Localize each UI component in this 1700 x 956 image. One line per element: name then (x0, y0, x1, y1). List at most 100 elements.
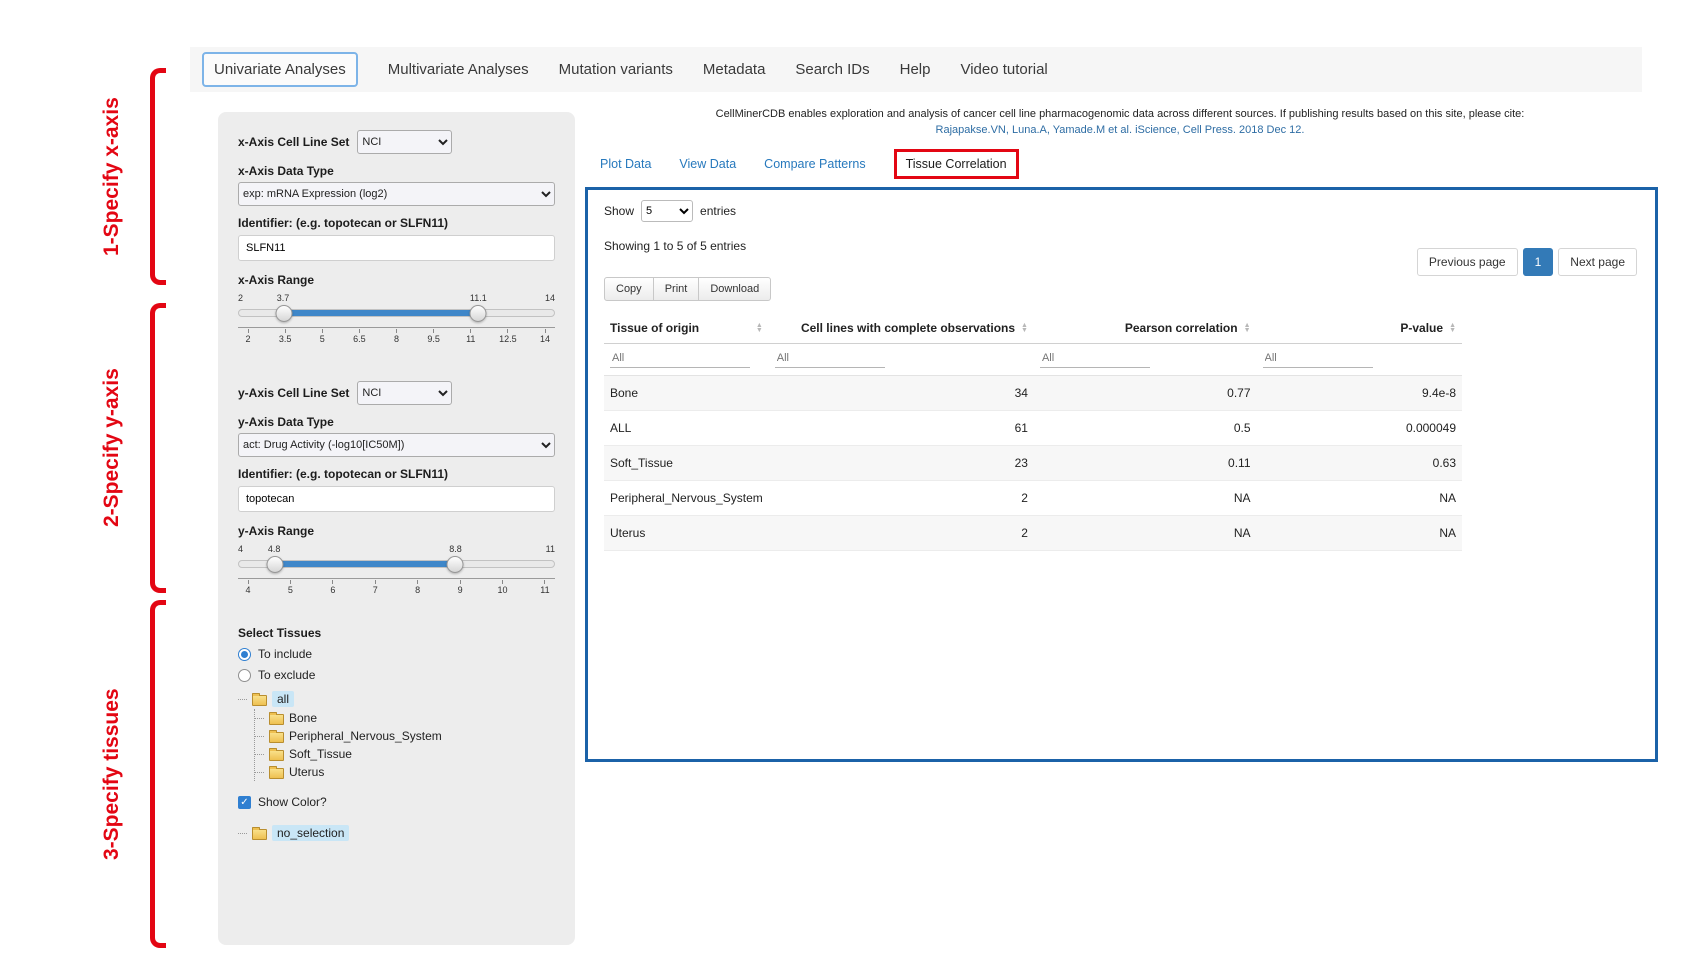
tree-node-soft-tissue-label[interactable]: Soft_Tissue (289, 747, 352, 761)
entries-select[interactable]: 5 (641, 200, 693, 222)
citation-link[interactable]: Rajapakse.VN, Luna.A, Yamade.M et al. iS… (595, 124, 1645, 136)
cell-pearson: NA (1034, 516, 1257, 551)
x-axis-range-slider: 2 3.7 11.1 14 2 3.5 5 6.5 8 9.5 11 12.5 … (238, 293, 555, 351)
table-row[interactable]: ALL 61 0.5 0.000049 (604, 411, 1462, 446)
nav-tab-multivariate-analyses[interactable]: Multivariate Analyses (388, 61, 529, 78)
tree-node-no-selection[interactable]: no_selection (238, 823, 555, 843)
show-color-checkbox[interactable] (238, 796, 251, 809)
previous-page-button[interactable]: Previous page (1417, 248, 1518, 276)
tree-node-uterus[interactable]: Uterus (255, 763, 555, 781)
x-tick: 12.5 (498, 329, 518, 344)
tree-node-uterus-label[interactable]: Uterus (289, 765, 324, 779)
nav-tab-metadata[interactable]: Metadata (703, 61, 766, 78)
nav-tab-video-tutorial[interactable]: Video tutorial (960, 61, 1047, 78)
table-row[interactable]: Soft_Tissue 23 0.11 0.63 (604, 446, 1462, 481)
filter-pvalue-input[interactable] (1263, 349, 1373, 368)
table-row[interactable]: Peripheral_Nervous_System 2 NA NA (604, 481, 1462, 516)
y-cell-line-set-select[interactable]: NCI (357, 381, 452, 405)
x-range-handle-low[interactable] (275, 305, 292, 322)
cell-tissue: Peripheral_Nervous_System (604, 481, 769, 516)
tree-node-all-label[interactable]: all (272, 691, 294, 707)
show-color-label: Show Color? (258, 795, 327, 809)
tree-node-pns-label[interactable]: Peripheral_Nervous_System (289, 729, 442, 743)
copy-button[interactable]: Copy (604, 277, 654, 301)
nav-tab-help[interactable]: Help (900, 61, 931, 78)
x-tick: 6.5 (349, 329, 369, 344)
x-tick: 3.5 (275, 329, 295, 344)
tree-node-no-selection-label[interactable]: no_selection (272, 825, 349, 841)
download-button[interactable]: Download (698, 277, 771, 301)
x-range-high-value: 11.1 (470, 293, 487, 303)
tree-node-peripheral-nervous-system[interactable]: Peripheral_Nervous_System (255, 727, 555, 745)
annotation-step1-label: 1-Specify x-axis (100, 68, 124, 285)
col-header-tissue-of-origin[interactable]: Tissue of origin (604, 313, 769, 344)
table-row[interactable]: Bone 34 0.77 9.4e-8 (604, 376, 1462, 411)
y-range-high-value: 8.8 (449, 544, 462, 554)
col-header-pearson-correlation[interactable]: Pearson correlation (1034, 313, 1257, 344)
x-range-track[interactable] (238, 309, 555, 317)
y-tick: 7 (365, 580, 385, 595)
y-range-low-value: 4.8 (268, 544, 281, 554)
sort-icon[interactable] (756, 323, 763, 333)
x-range-handle-high[interactable] (469, 305, 486, 322)
folder-icon (269, 714, 284, 725)
x-tick: 5 (312, 329, 332, 344)
x-range-max-label: 14 (545, 293, 555, 303)
table-row[interactable]: Uterus 2 NA NA (604, 516, 1462, 551)
y-data-type-label: y-Axis Data Type (238, 415, 555, 429)
tree-node-bone-label[interactable]: Bone (289, 711, 317, 725)
tab-view-data[interactable]: View Data (679, 157, 736, 171)
tissue-tree: all Bone Peripheral_Nervous_System Soft_… (238, 689, 555, 781)
y-range-handle-low[interactable] (266, 556, 283, 573)
y-range-handle-high[interactable] (447, 556, 464, 573)
tree-node-soft-tissue[interactable]: Soft_Tissue (255, 745, 555, 763)
filter-pearson-input[interactable] (1040, 349, 1150, 368)
nav-tab-mutation-variants[interactable]: Mutation variants (559, 61, 673, 78)
to-exclude-radio[interactable] (238, 669, 251, 682)
cell-tissue: ALL (604, 411, 769, 446)
x-data-type-select[interactable]: exp: mRNA Expression (log2) (238, 182, 555, 206)
to-include-label: To include (258, 647, 312, 661)
y-range-ruler: 4 5 6 7 8 9 10 11 (238, 578, 555, 595)
tree-node-bone[interactable]: Bone (255, 709, 555, 727)
y-range-label: y-Axis Range (238, 524, 555, 538)
citation-block: CellMinerCDB enables exploration and ana… (595, 108, 1645, 136)
sort-icon[interactable] (1021, 323, 1028, 333)
tab-tissue-correlation[interactable]: Tissue Correlation (894, 149, 1019, 179)
next-page-button[interactable]: Next page (1558, 248, 1637, 276)
sort-icon[interactable] (1244, 323, 1251, 333)
y-tick: 5 (280, 580, 300, 595)
folder-icon (269, 768, 284, 779)
page-number-button[interactable]: 1 (1523, 248, 1554, 276)
x-identifier-input[interactable] (238, 235, 555, 261)
header-row: Tissue of origin Cell lines with complet… (604, 313, 1462, 344)
x-range-low-value: 3.7 (277, 293, 290, 303)
nav-tab-univariate-analyses[interactable]: Univariate Analyses (202, 52, 358, 87)
x-tick: 2 (238, 329, 258, 344)
to-include-radio[interactable] (238, 648, 251, 661)
folder-icon (269, 732, 284, 743)
export-button-group: Copy Print Download (604, 277, 771, 301)
y-identifier-label: Identifier: (e.g. topotecan or SLFN11) (238, 467, 555, 481)
sort-icon[interactable] (1449, 323, 1456, 333)
folder-icon (269, 750, 284, 761)
col-header-label: Tissue of origin (610, 321, 699, 335)
filter-cell-lines-input[interactable] (775, 349, 885, 368)
y-range-track[interactable] (238, 560, 555, 568)
tree-node-all[interactable]: all (238, 689, 555, 709)
x-cell-line-set-select[interactable]: NCI (357, 130, 452, 154)
y-data-type-select[interactable]: act: Drug Activity (-log10[IC50M]) (238, 433, 555, 457)
tab-compare-patterns[interactable]: Compare Patterns (764, 157, 865, 171)
print-button[interactable]: Print (653, 277, 700, 301)
col-header-p-value[interactable]: P-value (1257, 313, 1462, 344)
x-range-label: x-Axis Range (238, 273, 555, 287)
entries-label: entries (700, 204, 736, 218)
filter-tissue-input[interactable] (610, 349, 750, 368)
nav-tab-search-ids[interactable]: Search IDs (795, 61, 869, 78)
col-header-cell-lines[interactable]: Cell lines with complete observations (769, 313, 1034, 344)
y-identifier-input[interactable] (238, 486, 555, 512)
correlation-table: Tissue of origin Cell lines with complet… (604, 313, 1462, 551)
tab-plot-data[interactable]: Plot Data (600, 157, 651, 171)
x-tick: 9.5 (424, 329, 444, 344)
cell-pearson: 0.11 (1034, 446, 1257, 481)
